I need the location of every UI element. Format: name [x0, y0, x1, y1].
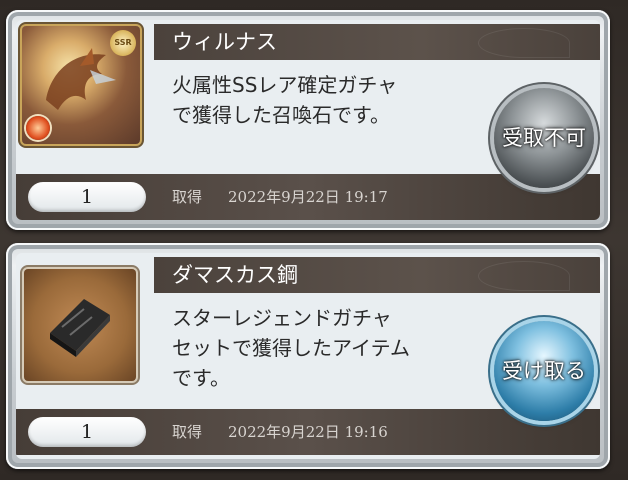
item-card-inner: ダマスカス鋼 スターレジェンドガチャ セットで獲得したアイテム です。 1 取得… [16, 253, 600, 459]
item-description: スターレジェンドガチャ セットで獲得したアイテム です。 [172, 303, 472, 393]
item-description: 火属性SSレア確定ガチャ で獲得した召喚石です。 [172, 70, 472, 130]
description-line: スターレジェンドガチャ [172, 306, 392, 330]
acquired-label: 取得 [172, 423, 203, 441]
cannot-receive-button[interactable]: 受取不可 [494, 88, 594, 188]
item-name: ダマスカス鋼 [154, 257, 600, 293]
quantity-badge: 1 [28, 182, 146, 212]
dragon-silhouette [46, 48, 116, 110]
acquired-date: 2022年9月22日 19:16 [228, 423, 388, 441]
item-name: ウィルナス [154, 24, 600, 60]
acquired-label: 取得 [172, 188, 203, 206]
ingot-shape [50, 299, 110, 357]
item-footer: 1 取得 2022年9月22日 19:16 [16, 409, 600, 455]
gift-box-page: SSR ウィルナス 火属性SSレア確定ガチャ で獲得した召喚石です。 1 取得 … [0, 0, 628, 480]
item-footer: 1 取得 2022年9月22日 19:17 [16, 174, 600, 220]
receive-button[interactable]: 受け取る [494, 321, 594, 421]
ssr-badge: SSR [110, 30, 136, 56]
acquired-date: 2022年9月22日 19:17 [228, 188, 388, 206]
description-line: セットで獲得したアイテム [172, 336, 410, 360]
dragon-icon: SSR [22, 26, 140, 144]
description-line: 火属性SSレア確定ガチャ [172, 73, 398, 97]
item-card-2: ダマスカス鋼 スターレジェンドガチャ セットで獲得したアイテム です。 1 取得… [6, 243, 610, 469]
item-card-1: SSR ウィルナス 火属性SSレア確定ガチャ で獲得した召喚石です。 1 取得 … [6, 10, 610, 230]
description-line: です。 [172, 366, 230, 390]
description-line: で獲得した召喚石です。 [172, 103, 390, 127]
fire-element-icon [26, 116, 50, 140]
quantity-badge: 1 [28, 417, 146, 447]
steel-ingot-icon [24, 269, 136, 381]
item-card-inner: SSR ウィルナス 火属性SSレア確定ガチャ で獲得した召喚石です。 1 取得 … [16, 20, 600, 220]
